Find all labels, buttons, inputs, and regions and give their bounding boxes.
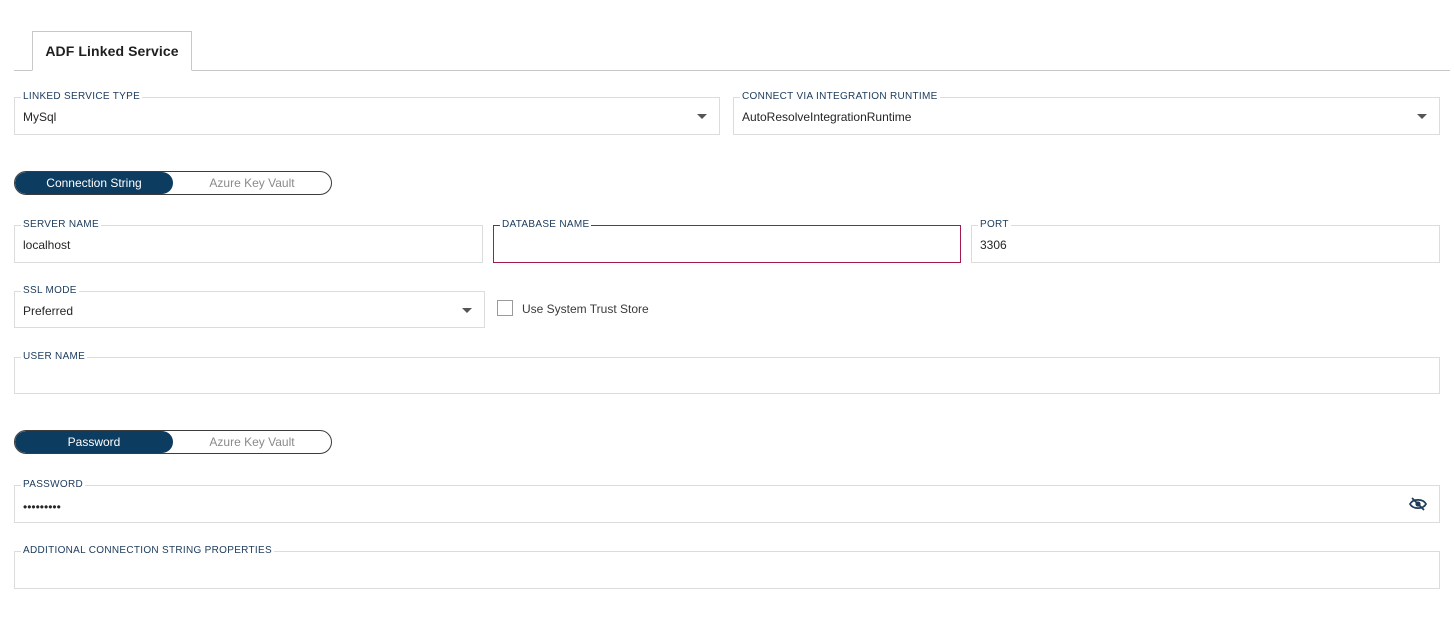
ssl-mode-value: Preferred bbox=[23, 304, 73, 318]
connection-string-option[interactable]: Connection String bbox=[15, 172, 173, 194]
server-name-label: SERVER NAME bbox=[21, 219, 101, 231]
password-value: ••••••••• bbox=[23, 500, 61, 514]
system-trust-store-label: Use System Trust Store bbox=[522, 302, 649, 316]
chevron-down-icon bbox=[697, 114, 707, 119]
tab-divider bbox=[14, 70, 1450, 71]
tab-adf-linked-service[interactable]: ADF Linked Service bbox=[32, 31, 192, 71]
integration-runtime-label: CONNECT VIA INTEGRATION RUNTIME bbox=[740, 91, 940, 103]
database-name-label: DATABASE NAME bbox=[500, 219, 591, 231]
system-trust-store-checkbox[interactable] bbox=[497, 300, 513, 316]
database-name-field[interactable]: DATABASE NAME bbox=[493, 225, 961, 263]
password-field[interactable]: PASSWORD ••••••••• bbox=[14, 485, 1440, 523]
server-name-value: localhost bbox=[23, 238, 70, 252]
integration-runtime-select[interactable]: CONNECT VIA INTEGRATION RUNTIME AutoReso… bbox=[733, 97, 1440, 135]
chevron-down-icon bbox=[462, 308, 472, 313]
ssl-mode-label: SSL MODE bbox=[21, 285, 79, 297]
eye-slash-icon[interactable] bbox=[1409, 497, 1427, 511]
password-type-toggle: Password Azure Key Vault bbox=[14, 430, 332, 454]
additional-properties-field[interactable]: ADDITIONAL CONNECTION STRING PROPERTIES bbox=[14, 551, 1440, 589]
user-name-label: USER NAME bbox=[21, 351, 87, 363]
user-name-field[interactable]: USER NAME bbox=[14, 357, 1440, 394]
port-label: PORT bbox=[978, 219, 1011, 231]
port-field[interactable]: PORT 3306 bbox=[971, 225, 1440, 263]
port-value: 3306 bbox=[980, 238, 1007, 252]
linked-service-type-value: MySql bbox=[23, 110, 56, 124]
integration-runtime-value: AutoResolveIntegrationRuntime bbox=[742, 110, 911, 124]
linked-service-type-select[interactable]: LINKED SERVICE TYPE MySql bbox=[14, 97, 720, 135]
password-option[interactable]: Password bbox=[15, 431, 173, 453]
ssl-mode-select[interactable]: SSL MODE Preferred bbox=[14, 291, 485, 328]
additional-properties-label: ADDITIONAL CONNECTION STRING PROPERTIES bbox=[21, 545, 274, 557]
azure-key-vault-option[interactable]: Azure Key Vault bbox=[173, 431, 331, 453]
azure-key-vault-option[interactable]: Azure Key Vault bbox=[173, 172, 331, 194]
linked-service-type-label: LINKED SERVICE TYPE bbox=[21, 91, 142, 103]
connection-type-toggle: Connection String Azure Key Vault bbox=[14, 171, 332, 195]
server-name-field[interactable]: SERVER NAME localhost bbox=[14, 225, 483, 263]
chevron-down-icon bbox=[1417, 114, 1427, 119]
password-label: PASSWORD bbox=[21, 479, 85, 491]
